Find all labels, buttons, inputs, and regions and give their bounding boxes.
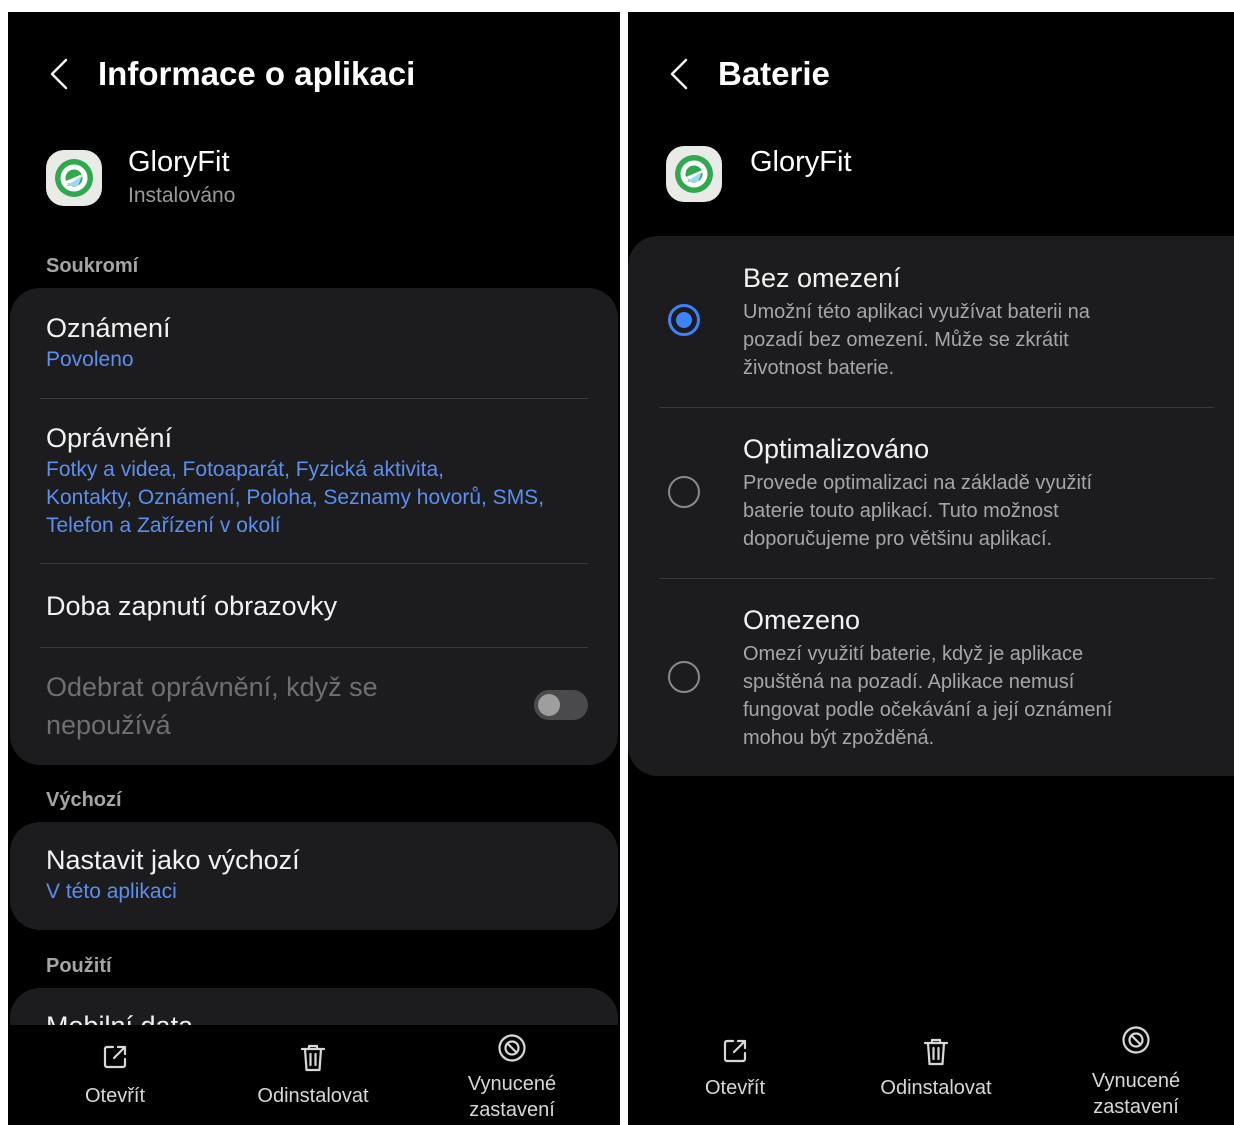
battery-options-card: Bez omezení Umožní této aplikaci využíva… <box>628 236 1234 776</box>
screen-time-title: Doba zapnutí obrazovky <box>46 591 338 621</box>
open-label: Otevřít <box>84 1085 145 1107</box>
section-usage: Použití <box>46 955 112 977</box>
option-desc-line2: baterie touto aplikací. Tuto možnost <box>743 500 1059 522</box>
radio-restricted[interactable] <box>668 661 700 693</box>
app-status: Instalováno <box>128 184 236 207</box>
app-info-screen: Informace o aplikaci GloryFit Instalován… <box>8 12 620 1125</box>
privacy-card: Oznámení Povoleno Oprávnění Fotky a vide… <box>10 288 618 765</box>
trash-icon <box>300 1044 326 1072</box>
toggle-knob <box>538 694 560 716</box>
bottom-action-bar: Otevřít Odinstalovat Vynucené zastavení <box>8 1025 620 1125</box>
option-title: Bez omezení <box>743 263 901 293</box>
divider <box>659 407 1214 408</box>
app-icon <box>46 150 102 206</box>
force-stop-button[interactable]: Vynucené zastavení <box>417 1025 607 1125</box>
uninstall-button[interactable]: Odinstalovat <box>218 1025 408 1125</box>
app-header: GloryFit Instalováno <box>46 140 586 230</box>
option-desc-line2: spuštěná na pozadí. Aplikace nemusí <box>743 671 1075 693</box>
open-external-icon <box>723 1039 747 1063</box>
open-label: Otevřít <box>704 1077 765 1099</box>
radio-optimized[interactable] <box>668 476 700 508</box>
permissions-title: Oprávnění <box>46 423 173 453</box>
option-desc-line3: doporučujeme pro většinu aplikací. <box>743 528 1053 550</box>
force-stop-icon <box>498 1034 526 1062</box>
section-defaults: Výchozí <box>46 789 122 811</box>
remove-permissions-line1: Odebrat oprávnění, když se <box>46 672 378 702</box>
divider <box>40 563 588 564</box>
uninstall-label: Odinstalovat <box>257 1085 369 1107</box>
set-default-title: Nastavit jako výchozí <box>46 845 300 875</box>
notifications-row[interactable]: Oznámení Povoleno <box>46 310 588 374</box>
permissions-value-line2: Kontakty, Oznámení, Poloha, Seznamy hovo… <box>46 486 545 509</box>
option-desc-line4: mohou být zpožděná. <box>743 727 935 749</box>
app-header: GloryFit <box>666 136 1206 226</box>
remove-permissions-row: Odebrat oprávnění, když se nepoužívá <box>46 669 508 743</box>
set-default-value: V této aplikaci <box>46 880 177 903</box>
force-stop-button[interactable]: Vynucené zastavení <box>1041 1019 1231 1125</box>
notifications-value: Povoleno <box>46 348 134 371</box>
uninstall-label: Odinstalovat <box>880 1077 992 1099</box>
battery-header: Baterie <box>628 52 1234 96</box>
open-button[interactable]: Otevřít <box>640 1019 830 1125</box>
uninstall-button[interactable]: Odinstalovat <box>841 1019 1031 1125</box>
back-arrow-icon <box>50 58 68 90</box>
divider <box>40 647 588 648</box>
open-external-icon <box>103 1045 127 1069</box>
back-arrow-icon <box>670 58 688 90</box>
app-name: GloryFit <box>750 146 852 178</box>
option-desc-line1: Omezí využití baterie, když je aplikace <box>743 643 1084 665</box>
app-name: GloryFit <box>128 146 230 178</box>
page-title: Baterie <box>718 55 830 92</box>
force-stop-label-line2: zastavení <box>1093 1096 1179 1118</box>
permissions-value-line1: Fotky a videa, Fotoaparát, Fyzická aktiv… <box>46 458 444 481</box>
option-title: Optimalizováno <box>743 434 930 464</box>
divider <box>659 578 1214 579</box>
radio-unrestricted[interactable] <box>668 304 700 336</box>
option-desc-line1: Provede optimalizaci na základě využití <box>743 472 1093 494</box>
option-desc-line1: Umožní této aplikaci využívat baterii na <box>743 301 1090 323</box>
notifications-title: Oznámení <box>46 313 171 343</box>
option-desc-line3: fungovat podle očekávání a její oznámení <box>743 699 1113 721</box>
force-stop-label-line1: Vynucené <box>1091 1070 1181 1092</box>
force-stop-label-line1: Vynucené <box>467 1073 557 1095</box>
back-button[interactable] <box>46 54 72 94</box>
remove-permissions-line2: nepoužívá <box>46 710 171 740</box>
page-title: Informace o aplikaci <box>98 55 416 92</box>
force-stop-label-line2: zastavení <box>469 1099 555 1121</box>
permissions-value-line3: Telefon a Zařízení v okolí <box>46 514 281 537</box>
option-desc-line2: pozadí bez omezení. Může se zkrátit <box>743 329 1069 351</box>
option-title: Omezeno <box>743 605 861 635</box>
open-button[interactable]: Otevřít <box>20 1025 210 1125</box>
app-icon <box>666 146 722 202</box>
option-desc-line3: životnost baterie. <box>743 357 895 379</box>
battery-screen: Baterie GloryFit Bez omezení Umožní této… <box>628 12 1234 1125</box>
force-stop-icon <box>1122 1026 1150 1054</box>
app-info-header: Informace o aplikaci <box>8 52 620 96</box>
bottom-action-bar: Otevřít Odinstalovat Vynucené zastavení <box>628 1019 1234 1125</box>
trash-icon <box>923 1038 949 1066</box>
remove-permissions-toggle[interactable] <box>534 690 588 720</box>
divider <box>40 398 588 399</box>
back-button[interactable] <box>666 54 692 94</box>
section-privacy: Soukromí <box>46 255 139 277</box>
screen-time-row[interactable]: Doba zapnutí obrazovky <box>46 588 588 624</box>
set-default-row[interactable]: Nastavit jako výchozí V této aplikaci <box>46 842 588 906</box>
permissions-row[interactable]: Oprávnění Fotky a videa, Fotoaparát, Fyz… <box>46 420 588 540</box>
defaults-card: Nastavit jako výchozí V této aplikaci <box>10 822 618 930</box>
